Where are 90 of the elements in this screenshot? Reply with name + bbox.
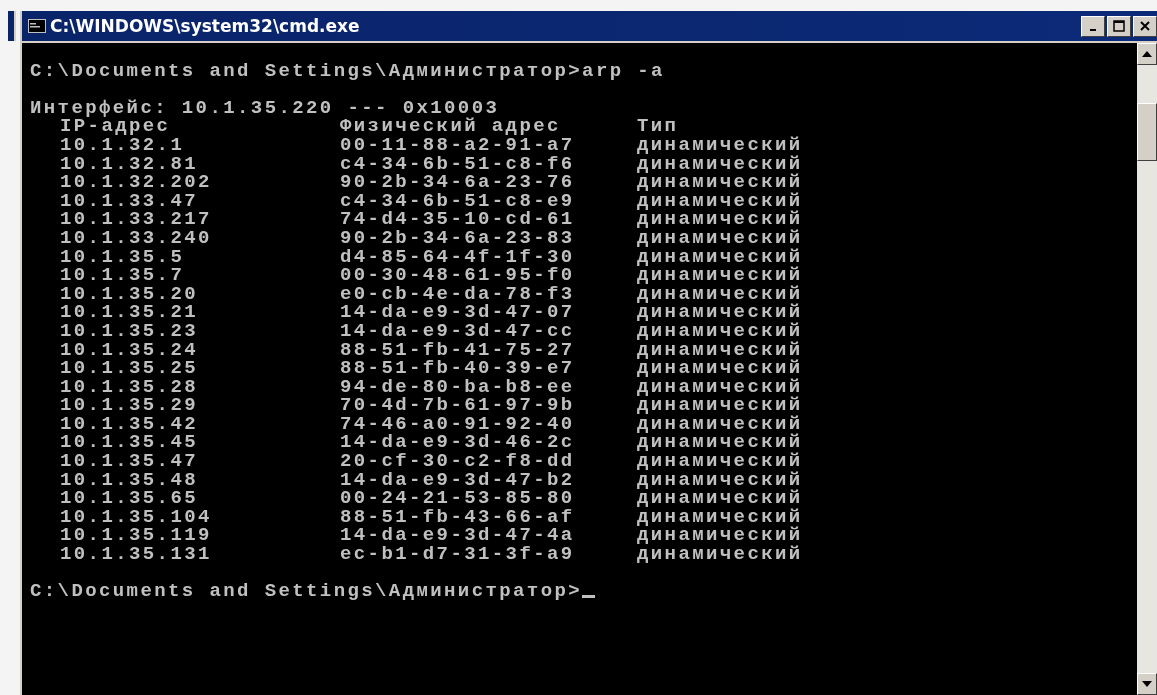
ip-address: 10.1.33.217 — [59, 210, 213, 229]
entry-type: динамический — [637, 396, 803, 415]
scroll-thumb[interactable] — [1137, 103, 1157, 161]
mac-address: 94-de-80-ba-b8-ee — [340, 377, 576, 397]
entry-type: динамический — [637, 247, 803, 267]
ip-address: 10.1.35.48 — [59, 470, 200, 490]
prompt-line: C:\Documents and Settings\Администратор> — [30, 582, 583, 601]
maximize-button[interactable] — [1107, 15, 1131, 37]
column-header: IP-адрес — [60, 117, 172, 136]
ip-address: 10.1.35.23 — [59, 321, 200, 341]
entry-type: динамический — [637, 340, 803, 360]
console-icon — [28, 19, 46, 33]
mac-address: 74-46-a0-91-92-40 — [340, 414, 576, 434]
ip-address: 10.1.35.42 — [59, 414, 200, 434]
ip-address: 10.1.35.29 — [59, 396, 200, 415]
entry-type: динамический — [637, 526, 803, 546]
mac-address: 14-da-e9-3d-46-2c — [340, 433, 576, 453]
scroll-up-button[interactable] — [1137, 43, 1157, 65]
mac-address: c4-34-6b-51-c8-f6 — [340, 154, 576, 174]
ip-address: 10.1.35.20 — [59, 284, 200, 304]
entry-type: динамический — [637, 154, 803, 174]
ip-address: 10.1.32.81 — [59, 154, 200, 174]
entry-type: динамический — [637, 210, 803, 229]
entry-type: динамический — [637, 266, 803, 285]
entry-type: динамический — [637, 191, 803, 211]
ip-address: 10.1.35.47 — [59, 452, 200, 471]
mac-address: 20-cf-30-c2-f8-dd — [340, 452, 576, 471]
ip-address: 10.1.35.104 — [59, 507, 213, 527]
entry-type: динамический — [637, 135, 803, 155]
minimize-button[interactable] — [1081, 15, 1105, 37]
mac-address: 14-da-e9-3d-47-07 — [340, 303, 576, 322]
mac-address: 00-30-48-61-95-f0 — [340, 266, 576, 285]
entry-type: динамический — [637, 377, 803, 397]
ip-address: 10.1.35.119 — [59, 526, 213, 546]
column-header: Тип — [637, 117, 679, 136]
entry-type: динамический — [637, 507, 803, 527]
ip-address: 10.1.33.47 — [59, 191, 200, 211]
mac-address: 70-4d-7b-61-97-9b — [340, 396, 576, 415]
down-arrow-icon — [1142, 681, 1152, 687]
ip-address: 10.1.35.28 — [59, 377, 200, 397]
mac-address: 88-51-fb-41-75-27 — [340, 340, 576, 360]
ip-address: 10.1.35.45 — [59, 433, 200, 453]
text-cursor — [582, 594, 596, 598]
entry-type: динамический — [637, 452, 803, 471]
entry-type: динамический — [637, 470, 803, 490]
mac-address: c4-34-6b-51-c8-e9 — [340, 191, 576, 211]
mac-address: 74-d4-35-10-cd-61 — [340, 210, 576, 229]
entry-type: динамический — [637, 489, 803, 508]
mac-address: 90-2b-34-6a-23-76 — [340, 173, 576, 192]
close-button[interactable] — [1133, 15, 1157, 37]
mac-address: 88-51-fb-40-39-e7 — [340, 359, 576, 378]
entry-type: динамический — [637, 303, 803, 322]
window-title: C:\WINDOWS\system32\cmd.exe — [50, 16, 360, 36]
mac-address: 90-2b-34-6a-23-83 — [340, 228, 576, 248]
mac-address: d4-85-64-4f-1f-30 — [340, 247, 576, 267]
scroll-down-button[interactable] — [1137, 673, 1157, 695]
entry-type: динамический — [637, 321, 803, 341]
entry-type: динамический — [637, 173, 803, 192]
ip-address: 10.1.35.7 — [59, 266, 186, 285]
mac-address: 00-11-88-a2-91-a7 — [340, 135, 576, 155]
close-icon — [1140, 21, 1150, 31]
ip-address: 10.1.33.240 — [59, 228, 213, 248]
mac-address: 14-da-e9-3d-47-4a — [340, 526, 576, 546]
mac-address: 14-da-e9-3d-47-b2 — [340, 470, 576, 490]
ip-address: 10.1.35.65 — [59, 489, 200, 508]
up-arrow-icon — [1142, 51, 1152, 57]
entry-type: динамический — [637, 414, 803, 434]
entry-type: динамический — [637, 228, 803, 248]
ip-address: 10.1.32.202 — [59, 173, 213, 192]
mac-address: ec-b1-d7-31-3f-a9 — [340, 545, 576, 564]
interface-line: Интерфейс: 10.1.35.220 --- 0x10003 — [30, 98, 500, 118]
mac-address: 14-da-e9-3d-47-cc — [340, 321, 576, 341]
maximize-icon — [1113, 20, 1125, 32]
entry-type: динамический — [637, 359, 803, 378]
ip-address: 10.1.35.131 — [59, 545, 213, 564]
ip-address: 10.1.35.25 — [59, 359, 200, 378]
ip-address: 10.1.32.1 — [59, 135, 186, 155]
minimize-icon — [1090, 29, 1096, 31]
ip-address: 10.1.35.24 — [59, 340, 200, 360]
entry-type: динамический — [637, 545, 803, 564]
command-line: C:\Documents and Settings\Администратор>arp -a — [30, 61, 665, 81]
ip-address: 10.1.35.21 — [59, 303, 200, 322]
entry-type: динамический — [637, 433, 803, 453]
ip-address: 10.1.35.5 — [59, 247, 186, 267]
mac-address: e0-cb-4e-da-78-f3 — [340, 284, 576, 304]
mac-address: 00-24-21-53-85-80 — [340, 489, 576, 508]
scrollbar[interactable] — [1137, 43, 1157, 695]
entry-type: динамический — [637, 284, 803, 304]
mac-address: 88-51-fb-43-66-af — [340, 507, 576, 527]
column-header: Физический адрес — [340, 117, 562, 136]
